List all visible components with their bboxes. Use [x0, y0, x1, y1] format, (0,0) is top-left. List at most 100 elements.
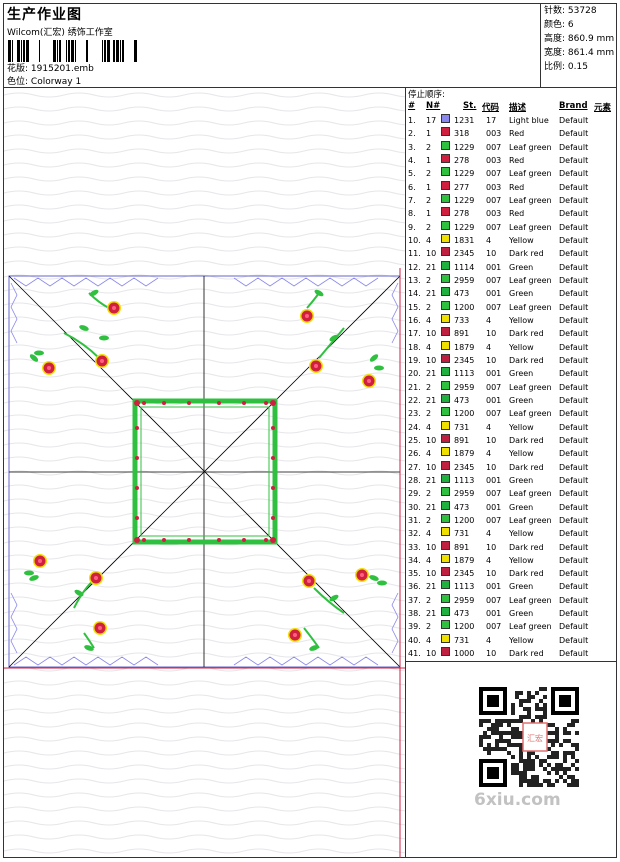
table-row: 6. 1 277 003 Red Default — [406, 180, 617, 194]
page-title: 生产作业图 — [7, 7, 82, 23]
row-needle: 4 — [426, 635, 432, 645]
row-code: 001 — [486, 502, 502, 512]
table-row: 22. 21 473 001 Green Default — [406, 393, 617, 407]
colorway-label: 色位: — [7, 77, 29, 87]
row-needle: 4 — [426, 235, 432, 245]
row-needle: 10 — [426, 435, 437, 445]
row-brand: Default — [559, 275, 589, 285]
row-code: 4 — [486, 529, 492, 539]
row-code: 4 — [486, 315, 492, 325]
color-swatch — [441, 313, 450, 323]
row-needle: 10 — [426, 569, 437, 579]
row-stitches: 473 — [454, 289, 470, 299]
col-header-element: 元素 — [594, 103, 612, 113]
stitches-stat: 针数: 53728 — [544, 6, 597, 16]
col-header-stitches: St. — [463, 101, 477, 111]
row-description: Light blue — [509, 116, 549, 125]
table-row: 13. 2 2959 007 Leaf green Default — [406, 273, 617, 287]
row-needle: 21 — [426, 395, 437, 405]
table-row: 26. 4 1879 4 Yellow Default — [406, 447, 617, 460]
row-code: 4 — [486, 342, 492, 352]
row-brand: Default — [559, 649, 589, 659]
row-description: Leaf green — [509, 622, 552, 632]
stop-sequence-panel: 停止顺序: # N# St. 代码 描述 Brand 元素 1. 17 1231 17… — [406, 88, 617, 660]
color-swatch — [441, 460, 450, 470]
design-file-row: 花版: 1915201.emb — [7, 61, 94, 74]
stop-sequence-rows: 1. 17 1231 17 Light blue Default 2. 1 318 003 Red D… — [406, 114, 617, 660]
row-stitches: 2959 — [454, 275, 475, 285]
row-description: Dark red — [509, 462, 544, 472]
row-description: Dark red — [509, 329, 544, 339]
col-header-index: # — [408, 101, 416, 111]
row-description: Yellow — [509, 635, 534, 645]
table-row: 15. 2 1200 007 Leaf green Default — [406, 300, 617, 314]
row-description: Green — [509, 475, 534, 485]
row-code: 4 — [486, 635, 492, 645]
color-swatch — [441, 140, 450, 150]
design-preview — [4, 88, 405, 858]
row-brand: Default — [559, 302, 589, 312]
height-value: 860.9 mm — [567, 34, 615, 44]
row-brand: Default — [559, 462, 589, 472]
row-index: 5. — [408, 169, 416, 179]
table-row: 38. 21 473 001 Green Default — [406, 607, 617, 620]
row-brand: Default — [559, 609, 589, 619]
row-needle: 10 — [426, 249, 437, 259]
color-swatch — [441, 153, 450, 163]
row-needle: 1 — [426, 155, 432, 165]
row-description: Yellow — [509, 235, 534, 245]
row-brand: Default — [559, 595, 589, 605]
row-stitches: 1879 — [454, 555, 475, 565]
color-swatch — [441, 393, 450, 403]
row-description: Green — [509, 395, 534, 405]
row-code: 007 — [486, 515, 502, 525]
color-swatch — [441, 500, 450, 510]
table-row: 24. 4 731 4 Yellow Default — [406, 420, 617, 434]
row-brand: Default — [559, 582, 589, 592]
row-code: 007 — [486, 302, 502, 312]
row-index: 16. — [408, 315, 421, 325]
row-description: Yellow — [509, 315, 534, 325]
row-description: Dark red — [509, 542, 544, 552]
row-needle: 2 — [426, 302, 432, 312]
row-index: 26. — [408, 449, 421, 459]
row-description: Leaf green — [509, 489, 552, 499]
color-swatch — [441, 420, 450, 430]
row-index: 29. — [408, 489, 421, 499]
row-brand: Default — [559, 542, 589, 552]
color-swatch — [441, 247, 450, 257]
row-description: Red — [509, 129, 525, 139]
colors-stat: 颜色: 6 — [544, 20, 574, 30]
color-swatch — [441, 380, 450, 390]
row-description: Yellow — [509, 422, 534, 432]
color-swatch — [441, 433, 450, 443]
row-needle: 10 — [426, 649, 437, 659]
table-row: 29. 2 2959 007 Leaf green Default — [406, 487, 617, 500]
table-row: 40. 4 731 4 Yellow Default — [406, 633, 617, 647]
row-brand: Default — [559, 529, 589, 539]
stop-sequence-title: 停止顺序: — [408, 90, 445, 100]
row-needle: 2 — [426, 169, 432, 179]
row-stitches: 891 — [454, 435, 470, 445]
row-brand: Default — [559, 195, 589, 205]
row-index: 21. — [408, 382, 421, 392]
row-needle: 2 — [426, 142, 432, 152]
row-brand: Default — [559, 249, 589, 259]
table-row: 17. 10 891 10 Dark red Default — [406, 327, 617, 340]
table-row: 11. 10 2345 10 Dark red Default — [406, 247, 617, 260]
color-swatch — [441, 300, 450, 310]
row-needle: 10 — [426, 329, 437, 339]
row-description: Leaf green — [509, 302, 552, 312]
table-row: 23. 2 1200 007 Leaf green Default — [406, 407, 617, 420]
row-index: 7. — [408, 195, 416, 205]
row-stitches: 2959 — [454, 382, 475, 392]
row-brand: Default — [559, 262, 589, 272]
table-row: 36. 21 1113 001 Green Default — [406, 580, 617, 593]
row-description: Red — [509, 155, 525, 165]
row-needle: 1 — [426, 209, 432, 219]
row-stitches: 1879 — [454, 342, 475, 352]
color-swatch — [441, 327, 450, 337]
design-stats: 针数: 53728 颜色: 6 高度: 860.9 mm 宽度: 861.4 m… — [540, 4, 617, 87]
row-brand: Default — [559, 382, 589, 392]
row-index: 24. — [408, 422, 421, 432]
